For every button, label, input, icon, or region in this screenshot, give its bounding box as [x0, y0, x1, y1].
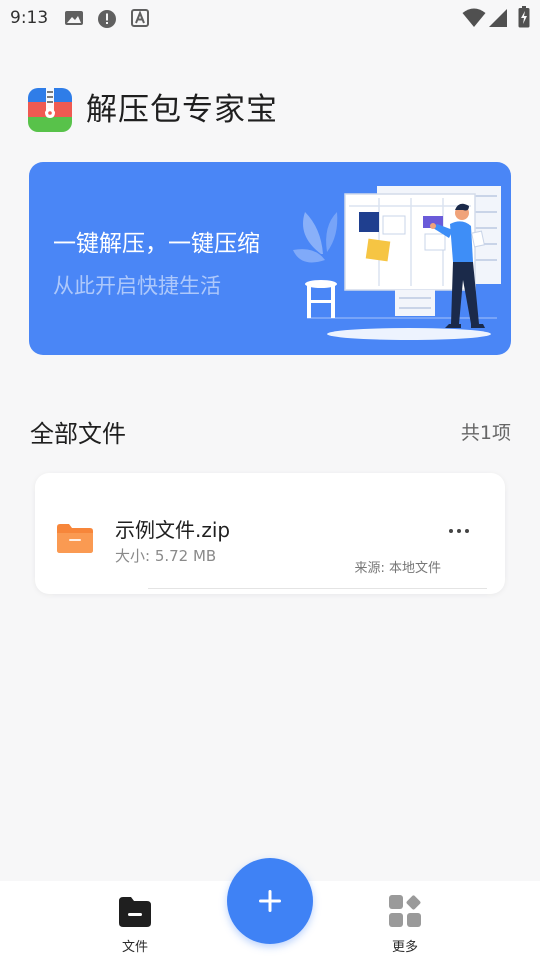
app-title: 解压包专家宝 [86, 92, 278, 128]
nav-item-more[interactable]: 更多 [365, 881, 445, 960]
more-options-button[interactable] [445, 519, 475, 543]
alert-icon [97, 9, 117, 33]
app-screen: 9:13 解压包专家宝 一键解压，一键压缩 从此开启快捷生活 全部文件 共1项 … [0, 0, 540, 960]
file-count: 共1项 [460, 422, 511, 444]
file-name: 示例文件.zip [115, 518, 231, 542]
status-bar: 9:13 [0, 0, 540, 36]
a-box-icon [131, 9, 149, 31]
status-time: 9:13 [10, 8, 49, 28]
nav-item-files[interactable]: 文件 [95, 881, 175, 960]
folder-zip-icon [57, 523, 93, 553]
file-size: 大小: 5.72 MB [115, 547, 217, 565]
more-grid-icon [387, 893, 423, 929]
dot-icon [457, 529, 461, 533]
banner-subtitle: 从此开启快捷生活 [53, 274, 221, 298]
section-title: 全部文件 [30, 420, 126, 448]
plus-icon [257, 888, 283, 914]
card-divider [148, 588, 487, 589]
zip-app-logo-icon [28, 88, 72, 132]
wifi-icon [462, 8, 486, 32]
nav-label-more: 更多 [391, 940, 418, 955]
dot-icon [449, 529, 453, 533]
nav-label-files: 文件 [121, 940, 148, 955]
file-source: 来源: 本地文件 [354, 561, 441, 576]
banner-title: 一键解压，一键压缩 [53, 231, 260, 257]
file-tab-icon [117, 893, 153, 929]
image-icon [64, 9, 84, 31]
promo-banner[interactable]: 一键解压，一键压缩 从此开启快捷生活 [29, 162, 511, 355]
add-button[interactable] [227, 858, 313, 944]
file-card[interactable]: 示例文件.zip 大小: 5.72 MB 来源: 本地文件 [35, 473, 505, 594]
signal-icon [488, 8, 508, 32]
dot-icon [465, 529, 469, 533]
battery-charging-icon [518, 6, 530, 32]
planning-board-illustration [287, 176, 507, 352]
